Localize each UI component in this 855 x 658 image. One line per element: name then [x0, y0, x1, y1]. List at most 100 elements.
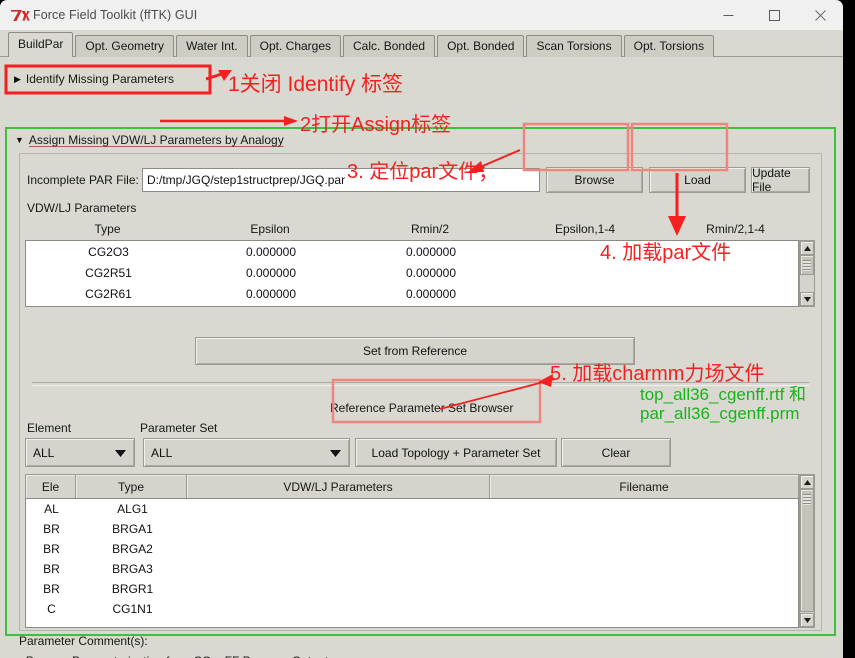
tab-opt-charges[interactable]: Opt. Charges: [249, 35, 342, 57]
ref-col-filename[interactable]: Filename: [490, 474, 799, 499]
window-title: Force Field Toolkit (ffTK) GUI: [33, 8, 198, 22]
load-button[interactable]: Load: [649, 167, 746, 193]
section-identify-missing-parameters[interactable]: ▶ Identify Missing Parameters: [14, 72, 174, 86]
tab-list: BuildPar Opt. Geometry Water Int. Opt. C…: [8, 32, 716, 57]
vdw-col-rmin2-14: Rmin/2,1-4: [706, 222, 765, 236]
cell-type: ALG1: [117, 502, 148, 516]
cell-type: CG2R61: [85, 286, 132, 301]
reference-browser-title: Reference Parameter Set Browser: [330, 401, 514, 415]
vdw-col-type: Type: [94, 222, 121, 236]
parameter-set-select-value: ALL: [151, 445, 173, 460]
scroll-grip-icon: [803, 494, 811, 505]
clear-button[interactable]: Clear: [561, 438, 671, 467]
scroll-up-icon[interactable]: [800, 241, 814, 255]
chevron-down-icon: ▼: [15, 134, 24, 145]
reference-parameter-list[interactable]: AL ALG1 BR BRGA1 BR BRGA2 BR BRGA3 BR BR…: [25, 498, 799, 628]
application-window: Force Field Toolkit (ffTK) GUI BuildPar …: [0, 0, 855, 658]
fftk-logo-icon: [7, 5, 33, 25]
ref-col-vdw[interactable]: VDW/LJ Parameters: [187, 474, 490, 499]
cell-rmin2: 0.000000: [405, 265, 457, 280]
element-label: Element: [27, 421, 72, 435]
section-assign-missing-vdw[interactable]: ▼ Assign Missing VDW/LJ Parameters by An…: [15, 133, 284, 147]
section-prepare-parameterization[interactable]: ▶ Prepare Parameterization from CGenFF P…: [14, 654, 328, 658]
set-from-reference-button[interactable]: Set from Reference: [195, 337, 635, 365]
cell-rmin2: 0.000000: [405, 244, 457, 259]
reference-list-scrollbar[interactable]: [799, 474, 815, 628]
vdw-lj-parameters-label: VDW/LJ Parameters: [27, 201, 137, 215]
list-item[interactable]: BR BRGA1: [26, 519, 798, 539]
element-select-value: ALL: [33, 445, 55, 460]
chevron-down-icon: [115, 446, 126, 460]
vdw-parameters-list[interactable]: CG2O3 0.000000 0.000000 CG2R51 0.000000 …: [25, 240, 799, 307]
reference-table-header: Ele Type VDW/LJ Parameters Filename: [25, 474, 799, 499]
table-row[interactable]: CG2R61 0.000000 0.000000: [26, 283, 798, 304]
list-item[interactable]: BR BRGR1: [26, 579, 798, 599]
cell-type: BRGR1: [111, 582, 154, 596]
tab-scan-torsions[interactable]: Scan Torsions: [526, 35, 622, 57]
cell-type: CG2R51: [85, 265, 132, 280]
scroll-down-icon[interactable]: [800, 292, 814, 306]
close-icon[interactable]: [797, 0, 843, 30]
cell-ele: C: [47, 602, 56, 616]
list-item[interactable]: BR BRGA3: [26, 559, 798, 579]
cell-type: BRGA2: [112, 542, 153, 556]
scroll-thumb[interactable]: [800, 489, 814, 612]
cell-type: CG2O3: [88, 244, 129, 259]
table-row[interactable]: CG2R51 0.000000 0.000000: [26, 262, 798, 283]
divider: [32, 382, 809, 386]
tab-opt-torsions[interactable]: Opt. Torsions: [623, 35, 715, 57]
chevron-right-icon: ▶: [14, 73, 21, 84]
section-identify-label: Identify Missing Parameters: [25, 72, 174, 86]
browse-button[interactable]: Browse: [546, 167, 643, 193]
vdw-table-header: Type Epsilon Rmin/2 Epsilon,1-4 Rmin/2,1…: [25, 222, 811, 236]
incomplete-par-file-input[interactable]: D:/tmp/JGQ/step1structprep/JGQ.par: [142, 168, 540, 192]
cell-type: CG1N1: [112, 602, 153, 616]
section-assign-frame: ▼ Assign Missing VDW/LJ Parameters by An…: [5, 127, 836, 658]
list-item[interactable]: C CG1N1: [26, 599, 798, 619]
vdw-list-scrollbar[interactable]: [799, 240, 815, 307]
ref-col-type[interactable]: Type: [76, 474, 187, 499]
scroll-grip-icon: [803, 260, 811, 271]
update-file-button[interactable]: Update File: [751, 166, 810, 194]
tab-buildpar[interactable]: BuildPar: [8, 32, 74, 57]
list-item[interactable]: AL ALG1: [26, 499, 798, 519]
section-assign-label: Assign Missing VDW/LJ Parameters by Anal…: [28, 133, 284, 147]
ref-col-ele[interactable]: Ele: [25, 474, 76, 499]
parameter-set-select[interactable]: ALL: [143, 438, 350, 467]
parameter-set-label: Parameter Set: [140, 421, 218, 435]
vdw-col-epsilon: Epsilon: [250, 222, 290, 236]
scroll-down-icon[interactable]: [800, 613, 814, 627]
tab-opt-geometry[interactable]: Opt. Geometry: [75, 35, 175, 57]
assign-inner-panel: Incomplete PAR File: D:/tmp/JGQ/step1str…: [19, 153, 822, 631]
tab-opt-bonded[interactable]: Opt. Bonded: [437, 35, 525, 57]
title-bar: Force Field Toolkit (ffTK) GUI: [0, 0, 843, 30]
tab-strip: BuildPar Opt. Geometry Water Int. Opt. C…: [0, 30, 843, 57]
chevron-down-icon: [330, 446, 341, 460]
maximize-icon[interactable]: [751, 0, 797, 30]
vdw-col-rmin2: Rmin/2: [410, 222, 449, 236]
parameter-comments-label: Parameter Comment(s):: [19, 634, 148, 648]
table-row[interactable]: CG2O3 0.000000 0.000000: [26, 241, 798, 262]
cell-ele: BR: [43, 522, 60, 536]
cell-epsilon: 0.000000: [245, 286, 297, 301]
tab-calc-bonded[interactable]: Calc. Bonded: [343, 35, 436, 57]
cell-ele: AL: [44, 502, 59, 516]
cell-ele: BR: [43, 542, 60, 556]
window-controls: [705, 0, 843, 30]
tab-water-int[interactable]: Water Int.: [176, 35, 248, 57]
cell-epsilon: 0.000000: [245, 265, 297, 280]
cell-epsilon: 0.000000: [245, 244, 297, 259]
cell-ele: BR: [43, 582, 60, 596]
table-row[interactable]: CG2R62 0.000000 0.000000: [26, 304, 798, 306]
cell-type: BRGA1: [112, 522, 153, 536]
vdw-col-epsilon-14: Epsilon,1-4: [554, 222, 616, 236]
element-select[interactable]: ALL: [25, 438, 135, 467]
minimize-icon[interactable]: [705, 0, 751, 30]
load-topology-parameter-set-button[interactable]: Load Topology + Parameter Set: [355, 438, 557, 467]
cell-rmin2: 0.000000: [405, 286, 457, 301]
incomplete-par-file-label: Incomplete PAR File:: [27, 173, 139, 187]
scroll-up-icon[interactable]: [800, 475, 814, 489]
cell-ele: BR: [43, 562, 60, 576]
scroll-thumb[interactable]: [800, 255, 814, 275]
list-item[interactable]: BR BRGA2: [26, 539, 798, 559]
